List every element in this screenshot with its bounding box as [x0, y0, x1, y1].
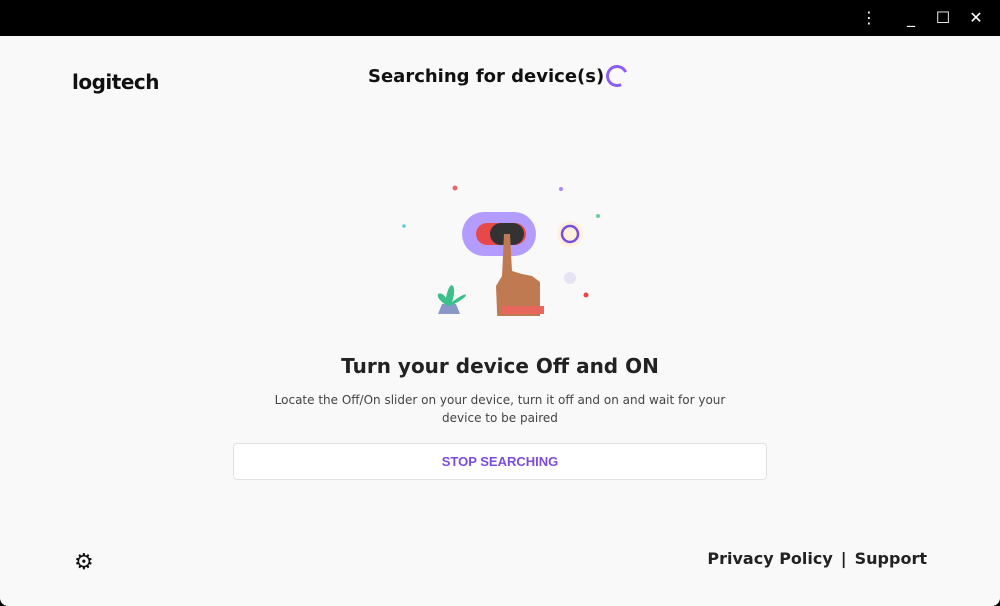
footer-links: Privacy Policy | Support [707, 549, 927, 568]
loading-spinner-icon [602, 61, 632, 91]
close-icon[interactable]: ✕ [966, 8, 986, 27]
gear-icon[interactable]: ⚙ [74, 550, 94, 575]
instruction-heading: Turn your device Off and ON [341, 354, 659, 378]
privacy-policy-link[interactable]: Privacy Policy [707, 549, 832, 568]
search-title: Searching for device(s) [368, 66, 605, 87]
maximize-icon[interactable]: ☐ [933, 8, 953, 27]
minimize-icon[interactable]: _ [901, 8, 921, 27]
main-panel: logitech Searching for device(s) Turn yo… [0, 36, 1000, 606]
instruction-description: Locate the Off/On slider on your device,… [274, 393, 726, 425]
title-bar: ⋮ _ ☐ ✕ [0, 0, 1000, 36]
stop-searching-button[interactable]: STOP SEARCHING [233, 443, 767, 480]
footer-separator: | [840, 549, 847, 568]
more-vert-icon[interactable]: ⋮ [859, 8, 879, 27]
power-switch-illustration [402, 185, 600, 316]
logitech-logo: logitech [72, 70, 160, 94]
support-link[interactable]: Support [855, 549, 927, 568]
